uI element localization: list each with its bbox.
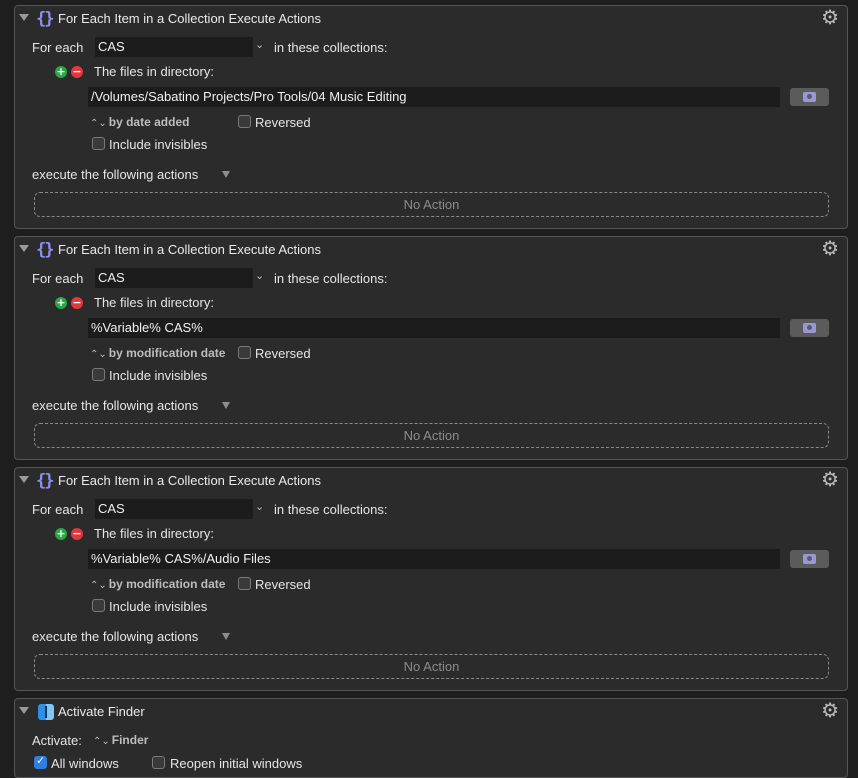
reversed-label: Reversed [255,115,311,130]
all-windows-label: All windows [51,756,119,771]
choose-folder-button[interactable] [790,319,829,337]
directory-path-input[interactable]: %Variable% CAS% [88,318,780,338]
for-each-action-3: {} For Each Item in a Collection Execute… [14,467,848,691]
for-each-label: For each [32,502,84,517]
for-each-action-1: {} For Each Item in a Collection Execute… [14,5,848,229]
disclosure-triangle[interactable] [19,245,29,252]
sort-arrows-icon: ⌃⌄ [93,736,110,747]
files-in-directory-label: The files in directory: [94,526,214,541]
add-collection-icon[interactable]: + [55,297,67,309]
chevron-down-icon[interactable]: ⌄ [255,500,264,513]
finder-icon [38,704,54,720]
sort-arrows-icon: ⌃⌄ [90,118,107,129]
gear-icon[interactable]: ⚙ [821,700,839,720]
reopen-windows-label: Reopen initial windows [170,756,303,771]
include-invisibles-checkbox[interactable] [92,368,105,381]
gear-icon[interactable]: ⚙ [821,469,839,489]
for-each-action-2: {} For Each Item in a Collection Execute… [14,236,848,460]
chevron-down-icon[interactable]: ⌄ [255,38,264,51]
disclosure-triangle[interactable] [19,14,29,21]
chevron-down-icon[interactable]: ⌄ [255,269,264,282]
all-windows-checkbox[interactable] [34,754,47,769]
gear-icon[interactable]: ⚙ [821,7,839,27]
include-invisibles-label: Include invisibles [109,137,208,152]
for-each-label: For each [32,40,84,55]
execute-actions-label: execute the following actions [32,398,199,413]
choose-folder-button[interactable] [790,550,829,568]
execute-disclosure-icon[interactable] [222,171,230,178]
curly-braces-icon: {} [36,471,55,491]
curly-braces-icon: {} [36,240,55,260]
activate-label: Activate: [32,733,82,748]
action-title: For Each Item in a Collection Execute Ac… [58,11,322,26]
reversed-checkbox[interactable] [238,346,251,359]
folder-icon [803,554,816,564]
reversed-checkbox[interactable] [238,115,251,128]
sort-order-label: by modification date [108,346,226,360]
directory-path-input[interactable]: /Volumes/Sabatino Projects/Pro Tools/04 … [88,87,780,107]
execute-actions-label: execute the following actions [32,167,199,182]
variable-field[interactable]: CAS [95,499,253,519]
add-collection-icon[interactable]: + [55,528,67,540]
folder-icon [803,92,816,102]
reopen-windows-checkbox[interactable] [152,756,165,769]
action-title: For Each Item in a Collection Execute Ac… [58,473,322,488]
include-invisibles-checkbox[interactable] [92,599,105,612]
disclosure-triangle[interactable] [19,476,29,483]
variable-field[interactable]: CAS [95,37,253,57]
sort-order-label: by date added [108,115,190,129]
files-in-directory-label: The files in directory: [94,295,214,310]
no-action-dropzone[interactable]: No Action [34,192,829,217]
sort-arrows-icon: ⌃⌄ [90,580,107,591]
activate-finder-action: Activate Finder ⚙ Activate: ⌃⌄Finder All… [14,698,848,778]
in-collections-label: in these collections: [274,502,388,517]
curly-braces-icon: {} [36,9,55,29]
application-name: Finder [111,733,149,747]
sort-order-popup[interactable]: ⌃⌄ by modification date [90,577,225,591]
choose-folder-button[interactable] [790,88,829,106]
execute-disclosure-icon[interactable] [222,402,230,409]
action-title: Activate Finder [58,704,145,719]
reversed-label: Reversed [255,577,311,592]
gear-icon[interactable]: ⚙ [821,238,839,258]
remove-collection-icon[interactable]: − [71,297,83,309]
remove-collection-icon[interactable]: − [71,528,83,540]
no-action-dropzone[interactable]: No Action [34,654,829,679]
execute-disclosure-icon[interactable] [222,633,230,640]
remove-collection-icon[interactable]: − [71,66,83,78]
application-popup[interactable]: ⌃⌄ Finder [93,733,148,747]
include-invisibles-label: Include invisibles [109,599,208,614]
files-in-directory-label: The files in directory: [94,64,214,79]
include-invisibles-checkbox[interactable] [92,137,105,150]
directory-path-input[interactable]: %Variable% CAS%/Audio Files [88,549,780,569]
folder-icon [803,323,816,333]
add-collection-icon[interactable]: + [55,66,67,78]
in-collections-label: in these collections: [274,40,388,55]
execute-actions-label: execute the following actions [32,629,199,644]
reversed-checkbox[interactable] [238,577,251,590]
disclosure-triangle[interactable] [19,707,29,714]
sort-order-popup[interactable]: ⌃⌄ by date added [90,115,189,129]
action-title: For Each Item in a Collection Execute Ac… [58,242,322,257]
in-collections-label: in these collections: [274,271,388,286]
reversed-label: Reversed [255,346,311,361]
sort-order-label: by modification date [108,577,226,591]
include-invisibles-label: Include invisibles [109,368,208,383]
for-each-label: For each [32,271,84,286]
variable-field[interactable]: CAS [95,268,253,288]
no-action-dropzone[interactable]: No Action [34,423,829,448]
sort-arrows-icon: ⌃⌄ [90,349,107,360]
sort-order-popup[interactable]: ⌃⌄ by modification date [90,346,225,360]
